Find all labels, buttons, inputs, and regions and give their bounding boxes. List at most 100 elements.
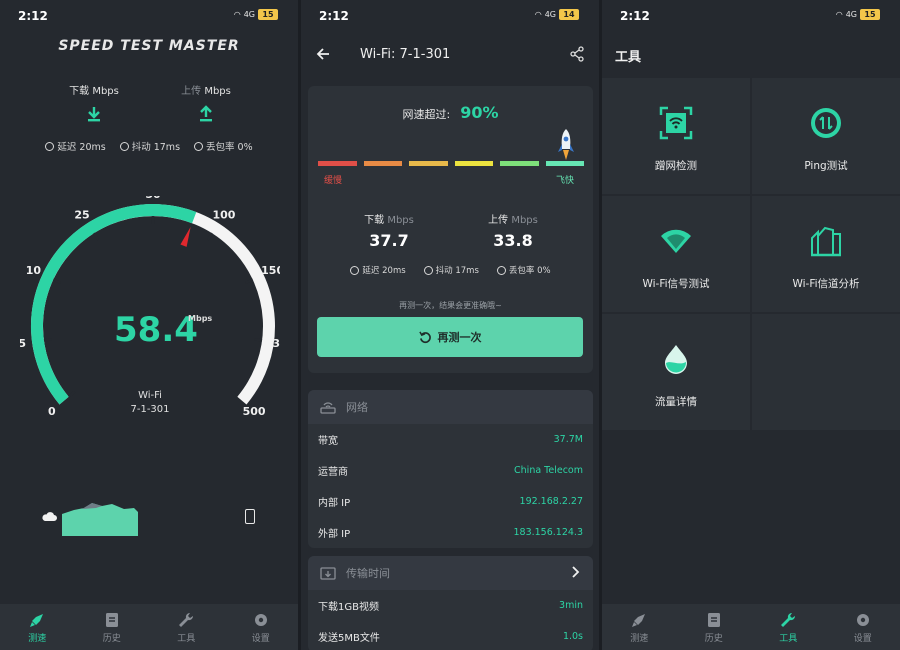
download-value: 37.7 xyxy=(369,231,409,250)
jitter-metric: 抖动 17ms xyxy=(423,264,479,276)
battery-icon: 15 xyxy=(860,9,880,20)
phone-icon xyxy=(245,509,255,524)
status-icons: ◠ 4G 14 xyxy=(535,9,579,20)
latency-icon xyxy=(45,141,55,151)
battery-icon: 14 xyxy=(559,9,579,20)
tab-speedtest[interactable]: 测速 xyxy=(609,604,669,650)
status-time: 2:12 xyxy=(319,9,349,23)
metrics-row: 延迟 20ms 抖动 17ms 丢包率 0% xyxy=(308,264,593,276)
download-indicator: 下载 Mbps xyxy=(44,82,144,123)
tool-scan-wifi[interactable]: 蹭网检测 xyxy=(602,78,750,194)
result-screen: 2:12 ◠ 4G 14 Wi-Fi: 7-1-301 网速超过: 90% 缓慢 … xyxy=(301,0,599,650)
download-label: 下载 xyxy=(69,86,90,97)
wifi-status-icon: ◠ xyxy=(534,10,542,19)
network-info: Wi-Fi 7-1-301 xyxy=(0,389,298,417)
network-type: Wi-Fi xyxy=(138,390,162,401)
traffic-drop-icon xyxy=(665,345,687,374)
fast-label: 飞快 xyxy=(556,176,575,186)
gauge-tick-mark xyxy=(92,232,100,241)
table-row: 下载1GB视频 3min xyxy=(318,600,583,613)
jitter-icon xyxy=(423,265,433,275)
tool-wifi-signal[interactable]: Wi-Fi信号测试 xyxy=(602,196,750,312)
ping-icon xyxy=(811,108,841,138)
wifi-status-icon: ◠ xyxy=(835,10,843,19)
upload-unit: Mbps xyxy=(511,215,538,226)
table-row: 运营商 China Telecom xyxy=(318,465,583,478)
upload-arrow-icon xyxy=(200,105,212,122)
transfer-section-header[interactable]: 传输时间 xyxy=(308,556,593,590)
status-bar: 2:12 ◠ 4G 15 xyxy=(0,0,298,34)
wrench-icon xyxy=(781,612,796,627)
loss-metric: 丢包率 0% xyxy=(194,139,253,153)
latency-icon xyxy=(350,265,360,275)
slow-label: 缓慢 xyxy=(324,176,343,186)
result-card: 网速超过: 90% 缓慢 飞快 下载 Mbps 37.7 上传 Mbps 33.8… xyxy=(308,86,593,373)
upload-result: 上传 Mbps 33.8 xyxy=(463,211,563,250)
back-arrow-icon[interactable] xyxy=(315,46,331,62)
retry-button[interactable]: 再测一次 xyxy=(317,317,583,357)
network-name: 7-1-301 xyxy=(130,404,170,415)
gauge-tick-label: 100 xyxy=(212,209,235,222)
tab-speedtest[interactable]: 测速 xyxy=(7,604,67,650)
gauge-tick-mark xyxy=(206,232,214,241)
speed-scale xyxy=(318,161,584,166)
tool-wifi-channel[interactable]: Wi-Fi信道分析 xyxy=(752,196,900,312)
tab-history[interactable]: 历史 xyxy=(82,604,142,650)
page-title: 工具 xyxy=(615,50,642,65)
latency-metric: 延迟 20ms xyxy=(45,139,106,153)
battery-icon: 15 xyxy=(258,9,278,20)
tools-screen: 2:12 ◠ 4G 15 工具 蹭网检测 Ping测试 Wi-Fi信号测试 Wi… xyxy=(602,0,900,650)
gauge-tick-mark xyxy=(43,338,53,342)
share-icon[interactable] xyxy=(569,46,585,62)
upload-unit: Mbps xyxy=(204,86,231,97)
download-unit: Mbps xyxy=(387,215,414,226)
top-bar: Wi-Fi: 7-1-301 xyxy=(301,38,599,72)
scale-segment xyxy=(363,161,402,166)
status-bar: 2:12 ◠ 4G 14 xyxy=(301,0,599,34)
gauge-fill xyxy=(30,204,197,405)
refresh-icon xyxy=(418,331,431,343)
loss-icon xyxy=(496,265,506,275)
exceed-label: 网速超过: xyxy=(402,108,451,121)
tool-traffic[interactable]: 流量详情 xyxy=(602,314,750,430)
app-logo: SPEED TEST MASTER xyxy=(58,38,240,54)
tab-history[interactable]: 历史 xyxy=(684,604,744,650)
transfer-section: 传输时间 下载1GB视频 3min 发送5MB文件 1.0s xyxy=(308,556,593,650)
loss-metric: 丢包率 0% xyxy=(496,264,551,276)
status-time: 2:12 xyxy=(18,9,48,23)
wrench-icon xyxy=(179,612,194,627)
network-section-header: 网络 xyxy=(308,390,593,424)
gauge-tick-label: 50 xyxy=(145,196,161,201)
upload-label: 上传 xyxy=(488,215,509,226)
gauge-tick-label: 10 xyxy=(26,264,42,277)
tab-tools[interactable]: 工具 xyxy=(156,604,216,650)
download-folder-icon xyxy=(320,567,336,580)
upload-value: 33.8 xyxy=(493,231,533,250)
scan-wifi-icon xyxy=(659,106,693,140)
tab-tools[interactable]: 工具 xyxy=(758,604,818,650)
scale-segment xyxy=(318,161,357,166)
rocket-icon xyxy=(30,614,44,627)
speedtest-screen: 2:12 ◠ 4G 15 SPEED TEST MASTER 下载 Mbps 上… xyxy=(0,0,298,650)
page-title: Wi-Fi: 7-1-301 xyxy=(360,47,451,62)
tool-ping[interactable]: Ping测试 xyxy=(752,78,900,194)
status-time: 2:12 xyxy=(620,9,650,23)
gear-icon xyxy=(254,614,267,626)
gauge-tick-mark xyxy=(253,338,263,342)
router-icon xyxy=(320,402,336,414)
retry-hint: 再测一次，结果会更准确哦~ xyxy=(399,301,502,310)
status-icons: ◠ 4G 15 xyxy=(836,9,880,20)
signal-status-icon: 4G xyxy=(845,10,857,19)
table-row: 外部 IP 183.156.124.3 xyxy=(318,527,583,540)
download-arrow-icon xyxy=(88,107,100,122)
tab-bar: 测速 历史 工具 设置 xyxy=(0,604,298,650)
network-section: 网络 带宽 37.7M 运营商 China Telecom 内部 IP 192.168… xyxy=(308,390,593,548)
table-row: 带宽 37.7M xyxy=(318,434,583,447)
gauge-needle xyxy=(180,226,191,247)
tab-settings[interactable]: 设置 xyxy=(833,604,893,650)
gauge-tick-label: 25 xyxy=(74,209,89,222)
signal-status-icon: 4G xyxy=(544,10,556,19)
tab-settings[interactable]: 设置 xyxy=(231,604,291,650)
gauge-tick-mark xyxy=(52,278,62,285)
history-icon xyxy=(707,613,720,627)
